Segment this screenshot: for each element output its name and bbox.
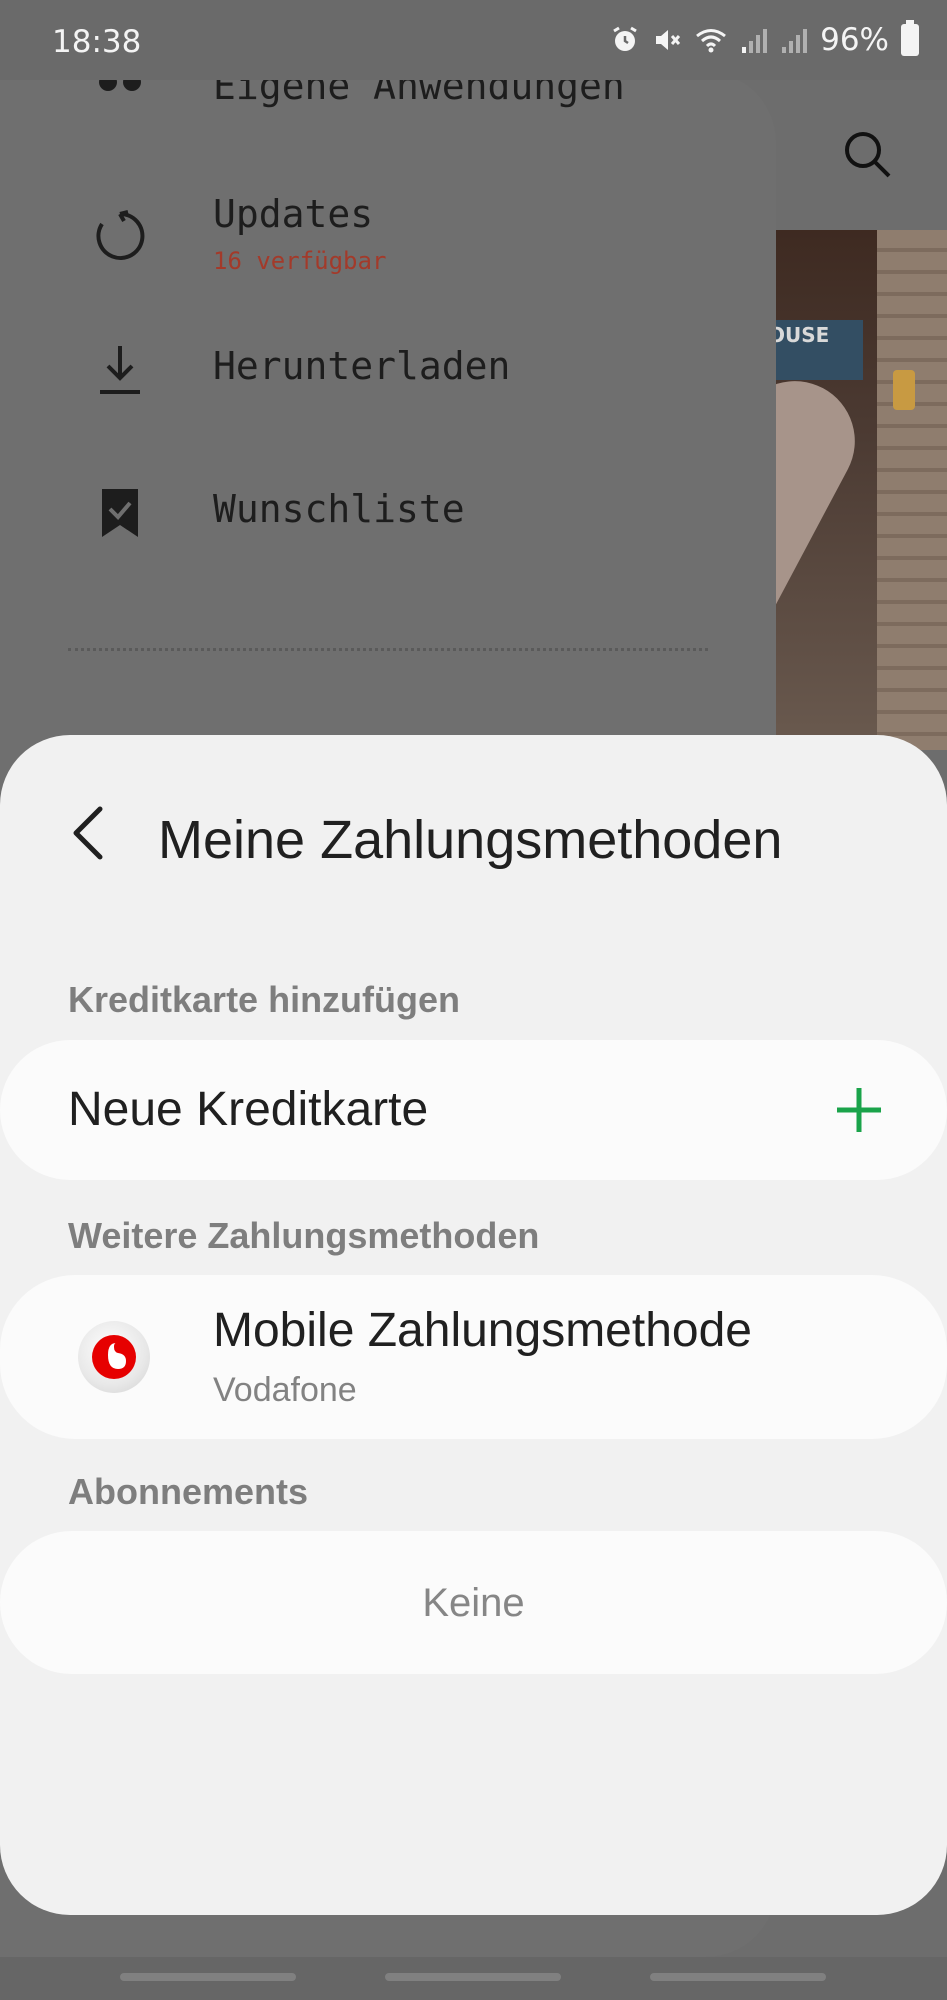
banner-finger [760,360,876,750]
page-title: Meine Zahlungsmethoden [158,810,783,870]
vodafone-mark-icon [92,1335,136,1379]
drawer-divider [68,648,708,651]
drawer-item-label: Wunschliste [213,487,465,531]
payment-methods-sheet: Meine Zahlungsmethoden Kreditkarte hinzu… [0,735,947,1915]
signal-icon [782,29,808,53]
refresh-icon [96,210,145,260]
subscriptions-card: Keine [0,1531,947,1674]
mobile-payment-item[interactable]: Mobile Zahlungsmethode Vodafone [0,1275,947,1439]
sheet-header: Meine Zahlungsmethoden [0,735,947,935]
section-credit-card-label: Kreditkarte hinzufügen [68,979,461,1020]
status-time: 18:38 [52,24,142,60]
status-icons: 96% [610,20,919,58]
bookmark-check-icon [102,489,138,537]
battery-percent: 96% [820,22,889,58]
mobile-payment-provider: Vodafone [213,1371,357,1409]
drawer-item-wishlist[interactable]: Wunschliste [0,487,776,617]
vodafone-logo-icon [78,1321,150,1393]
banner-wall [877,230,947,750]
section-other-methods-label: Weitere Zahlungsmethoden [68,1215,540,1256]
signal-icon [742,29,768,53]
download-icon [100,346,140,394]
subscriptions-empty-text: Keine [422,1581,525,1625]
new-credit-card-button[interactable]: Neue Kreditkarte [0,1040,947,1180]
search-icon[interactable] [841,128,893,180]
wifi-icon [696,29,727,53]
background-banner[interactable]: OUSE [760,230,947,750]
plus-icon [837,1088,881,1132]
nav-back-button[interactable] [650,1973,826,1981]
drawer-item-label: Herunterladen [213,344,511,388]
nav-recent-button[interactable] [120,1973,296,1981]
drawer-item-label: Updates [213,192,374,236]
section-subscriptions-label: Abonnements [68,1471,309,1512]
nav-home-button[interactable] [385,1973,561,1981]
mute-icon [656,30,681,50]
mobile-payment-title: Mobile Zahlungsmethode [213,1304,752,1357]
battery-icon [901,20,919,56]
alarm-icon [613,26,637,51]
back-button[interactable] [52,795,128,871]
drawer-item-updates[interactable]: Updates 16 verfügbar [0,182,776,312]
banner-lamp [893,370,915,410]
status-bar: 18:38 96% [0,0,947,80]
updates-count: 16 verfügbar [213,247,387,275]
new-credit-card-label: Neue Kreditkarte [68,1083,429,1136]
drawer-item-download[interactable]: Herunterladen [0,342,776,472]
